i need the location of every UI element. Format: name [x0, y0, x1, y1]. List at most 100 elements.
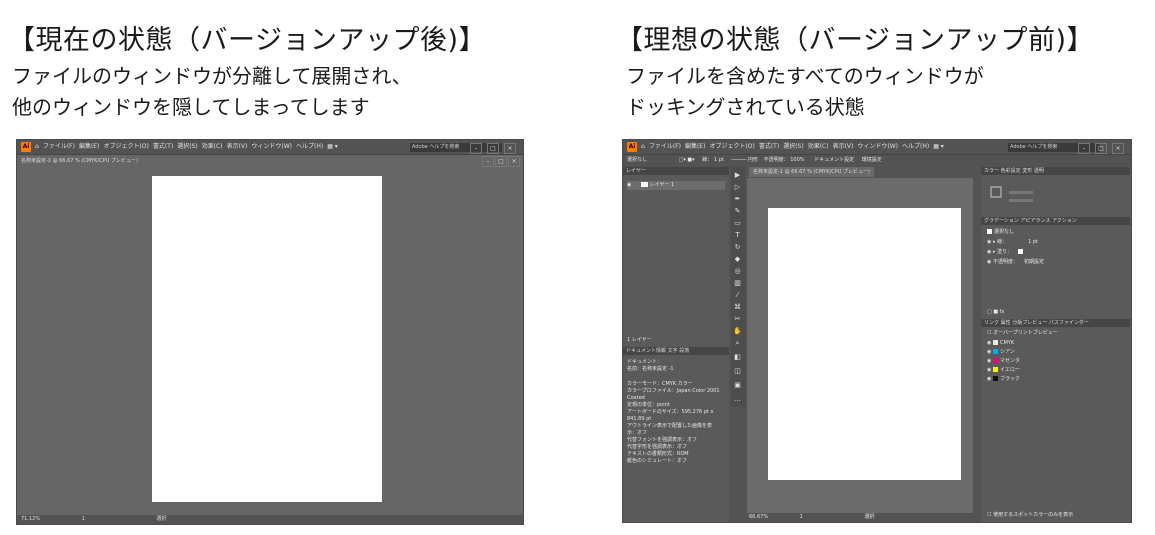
maximize-icon[interactable]: □	[487, 143, 499, 154]
drawing-mode-icon[interactable]: ◫	[733, 367, 742, 375]
appearance-opacity-value[interactable]: 初期設定	[1024, 259, 1044, 265]
layers-panel-header[interactable]: レイヤー	[623, 167, 729, 175]
tab-transform[interactable]: 変形	[1022, 168, 1032, 174]
slice-tool-icon[interactable]: ✂	[733, 315, 742, 323]
ink-row[interactable]: ◉ シアン	[987, 349, 1015, 356]
tab-actions[interactable]: アクション	[1052, 218, 1077, 224]
menu-select[interactable]: 選択(S)	[783, 143, 804, 150]
brush-tool-icon[interactable]: ✎	[733, 207, 742, 215]
menu-file[interactable]: ファイル(F)	[43, 143, 75, 150]
menu-help[interactable]: ヘルプ(H)	[902, 143, 929, 150]
artboard[interactable]	[152, 176, 382, 502]
layer-name[interactable]: レイヤー 1	[650, 182, 675, 188]
menu-object[interactable]: オブジェクト(O)	[709, 143, 754, 150]
tab-transparency[interactable]: 透明	[1034, 168, 1044, 174]
control-stroke-value[interactable]: 1 pt	[714, 157, 724, 163]
page-number[interactable]: 1	[800, 514, 803, 520]
visibility-eye-icon[interactable]: ◉ ▸	[987, 239, 997, 245]
appearance-stroke-row[interactable]: ◉ ▸ 線： 1 pt	[987, 239, 1038, 246]
screen-mode-icon[interactable]: ▣	[733, 381, 742, 389]
minimize-icon[interactable]: –	[1078, 143, 1090, 154]
tab-color-guide[interactable]: 色彩設定	[1001, 168, 1021, 174]
menu-select[interactable]: 選択(S)	[177, 143, 198, 150]
preferences-button[interactable]: 環境設定	[862, 157, 882, 163]
workspace-icon[interactable]: ▦ ▾	[933, 143, 944, 150]
document-tab[interactable]: 名称未設定-1 @ 66.67 % (CMYK/CPU プレビュー)	[749, 167, 874, 177]
document-settings-button[interactable]: ドキュメント設定	[814, 157, 854, 163]
control-opacity[interactable]: 100%	[790, 157, 804, 163]
ink-row[interactable]: ◉ ブラック	[987, 376, 1020, 383]
ink-row[interactable]: ◉ マゼンタ	[987, 358, 1020, 365]
overprint-checkbox[interactable]: ☐ オーバープリントプレビュー	[987, 330, 1058, 337]
tab-gradient[interactable]: グラデーション	[984, 218, 1019, 224]
fill-swatch-icon[interactable]: □▾ ■▾	[679, 157, 695, 163]
tab-separations-preview[interactable]: 分版プレビュー	[1012, 320, 1047, 326]
menu-view[interactable]: 表示(V)	[833, 143, 854, 150]
zoom-level[interactable]: 66.67%	[749, 514, 768, 520]
workspace-icon[interactable]: ▦ ▾	[327, 143, 338, 150]
tab-appearance[interactable]: アピアランス	[1021, 218, 1051, 224]
doc-close-icon[interactable]: ×	[508, 156, 520, 167]
menu-window[interactable]: ウィンドウ(W)	[251, 143, 292, 150]
fill-stroke-swatch-icon[interactable]: ◧	[733, 353, 742, 361]
layer-row[interactable]: ◉ レイヤー 1	[627, 181, 725, 190]
info-panel-tabs: ドキュメント情報 文字 段落	[623, 347, 729, 355]
home-icon[interactable]: ⌂	[35, 143, 39, 150]
transform-grid-icon[interactable]	[989, 185, 1039, 209]
menu-file[interactable]: ファイル(F)	[649, 143, 681, 150]
pen-tool-icon[interactable]: ✒	[733, 195, 742, 203]
ink-row[interactable]: ◉ イエロー	[987, 367, 1020, 374]
eyedropper-tool-icon[interactable]: ⁄	[733, 291, 742, 299]
stroke-profile-icon[interactable]: ─────	[731, 157, 746, 163]
tab-links[interactable]: リンク	[984, 320, 999, 326]
shape-builder-tool-icon[interactable]: ◎	[733, 267, 742, 275]
hand-tool-icon[interactable]: ✋	[733, 327, 742, 335]
type-tool-icon[interactable]: T	[733, 231, 742, 239]
home-icon[interactable]: ⌂	[641, 143, 645, 150]
menu-view[interactable]: 表示(V)	[227, 143, 248, 150]
tab-document-info[interactable]: ドキュメント情報	[626, 348, 666, 354]
document-tab[interactable]: 名称未設定-1 @ 66.67 % (CMYK/CPU プレビュー)	[21, 156, 138, 166]
close-icon[interactable]: ×	[504, 143, 516, 154]
tab-paragraph[interactable]: 段落	[679, 348, 689, 354]
artboard[interactable]	[768, 208, 961, 480]
ink-row[interactable]: ◉ CMYK	[987, 340, 1014, 347]
appearance-footer-icons[interactable]: □ ■ fx	[987, 309, 1004, 316]
rotate-tool-icon[interactable]: ↻	[733, 243, 742, 251]
menu-effect[interactable]: 効果(C)	[202, 143, 223, 150]
menu-edit[interactable]: 編集(E)	[685, 143, 705, 150]
control-style[interactable]: 円形	[748, 157, 758, 163]
rectangle-tool-icon[interactable]: ▭	[733, 219, 742, 227]
doc-minimize-icon[interactable]: –	[482, 156, 494, 167]
menu-edit[interactable]: 編集(E)	[79, 143, 99, 150]
scale-tool-icon[interactable]: ◆	[733, 255, 742, 263]
maximize-icon[interactable]: □	[1095, 143, 1107, 154]
close-icon[interactable]: ×	[1112, 143, 1124, 154]
visibility-eye-icon[interactable]: ◉ ▸	[987, 249, 997, 255]
tab-pathfinder[interactable]: パスファインダー	[1049, 320, 1089, 326]
menu-object[interactable]: オブジェクト(O)	[103, 143, 148, 150]
graph-tool-icon[interactable]: ▥	[733, 279, 742, 287]
blend-tool-icon[interactable]: ⌘	[733, 303, 742, 311]
zoom-tool-icon[interactable]: ⌕	[733, 339, 742, 348]
tab-character[interactable]: 文字	[668, 348, 678, 354]
page-number[interactable]: 1	[82, 516, 85, 522]
menu-window[interactable]: ウィンドウ(W)	[857, 143, 898, 150]
menu-help[interactable]: ヘルプ(H)	[296, 143, 323, 150]
appearance-fill-row[interactable]: ◉ ▸ 塗り：	[987, 249, 1025, 256]
appearance-opacity-row[interactable]: ◉ 不透明度： 初期設定	[987, 259, 1044, 266]
more-tools-icon[interactable]: …	[733, 395, 742, 403]
visibility-eye-icon[interactable]: ◉	[627, 182, 631, 188]
doc-maximize-icon[interactable]: □	[495, 156, 507, 167]
minimize-icon[interactable]: –	[470, 143, 482, 154]
spot-colors-checkbox[interactable]: ☐ 使用するスポットカラーのみを表示	[987, 512, 1073, 519]
tab-color[interactable]: カラー	[984, 168, 999, 174]
menu-effect[interactable]: 効果(C)	[808, 143, 829, 150]
direct-selection-tool-icon[interactable]: ▷	[733, 183, 742, 191]
menu-type[interactable]: 書式(T)	[759, 143, 779, 150]
tab-attributes[interactable]: 属性	[1001, 320, 1011, 326]
menu-type[interactable]: 書式(T)	[153, 143, 173, 150]
appearance-stroke-value[interactable]: 1 pt	[1028, 239, 1038, 245]
zoom-level[interactable]: 71.12%	[21, 516, 40, 522]
selection-tool-icon[interactable]: ▶	[733, 171, 742, 179]
